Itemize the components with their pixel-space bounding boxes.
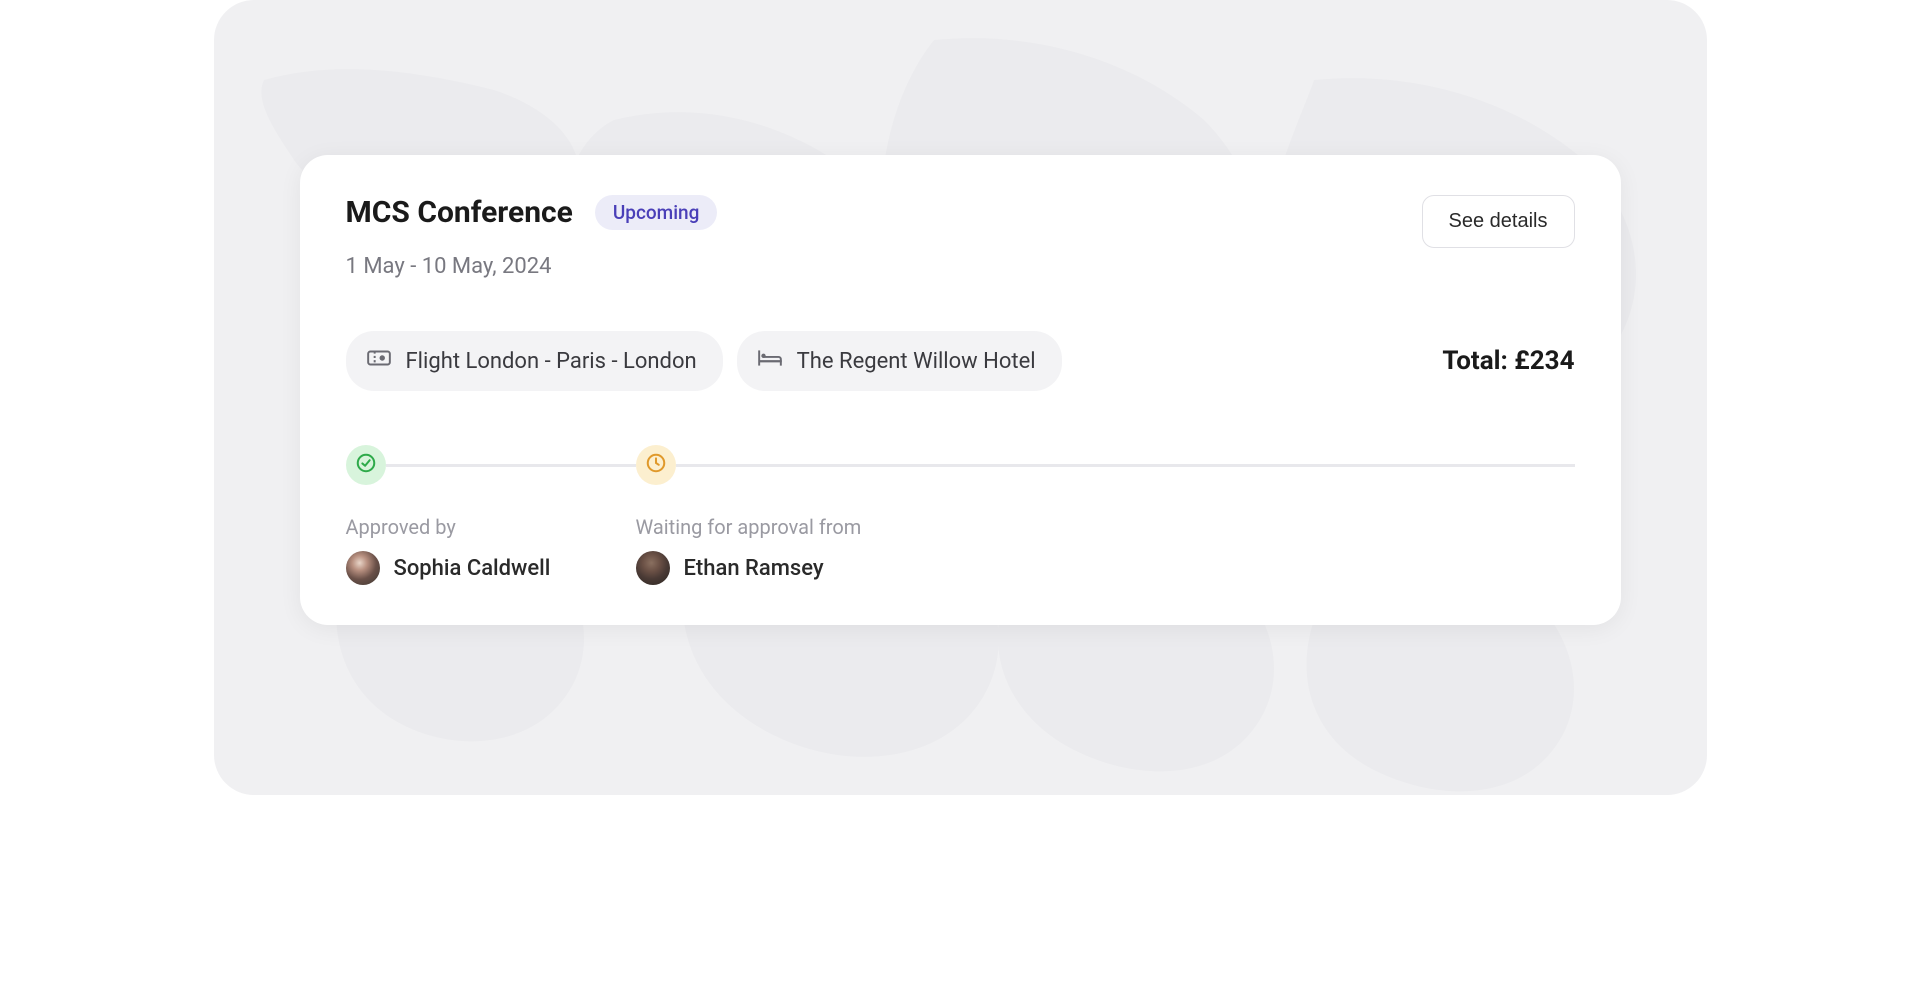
progress-segment (386, 464, 636, 467)
progress-bar (346, 445, 1575, 485)
avatar (346, 551, 380, 585)
pending-step (636, 445, 676, 485)
flight-chip-label: Flight London - Paris - London (406, 349, 697, 374)
hotel-chip[interactable]: The Regent Willow Hotel (737, 331, 1062, 391)
status-badge: Upcoming (595, 195, 718, 230)
check-circle-icon (355, 452, 377, 478)
approver-name: Ethan Ramsey (684, 556, 824, 581)
trip-chips: Flight London - Paris - London The Regen… (346, 331, 1062, 391)
flight-chip[interactable]: Flight London - Paris - London (346, 331, 723, 391)
approvers-row: Approved by Sophia Caldwell Waiting for … (346, 515, 1575, 585)
trip-dates: 1 May - 10 May, 2024 (346, 254, 718, 279)
trip-card: MCS Conference Upcoming 1 May - 10 May, … (300, 155, 1621, 625)
hotel-chip-label: The Regent Willow Hotel (797, 349, 1036, 374)
page-container: MCS Conference Upcoming 1 May - 10 May, … (214, 0, 1707, 795)
approver-label: Approved by (346, 515, 636, 539)
ticket-icon (366, 345, 392, 377)
bed-icon (757, 345, 783, 377)
approval-progress: Approved by Sophia Caldwell Waiting for … (346, 445, 1575, 585)
approver-name: Sophia Caldwell (394, 556, 551, 581)
approved-step (346, 445, 386, 485)
trip-summary-row: Flight London - Paris - London The Regen… (346, 331, 1575, 391)
trip-total: Total: £234 (1442, 346, 1574, 376)
avatar (636, 551, 670, 585)
clock-icon (645, 452, 667, 478)
card-header: MCS Conference Upcoming 1 May - 10 May, … (346, 195, 1575, 279)
approver-pending: Waiting for approval from Ethan Ramsey (636, 515, 926, 585)
trip-title: MCS Conference (346, 195, 573, 230)
progress-segment-remaining (676, 464, 1575, 467)
approver-label: Waiting for approval from (636, 515, 926, 539)
approver-approved: Approved by Sophia Caldwell (346, 515, 636, 585)
see-details-button[interactable]: See details (1422, 195, 1575, 248)
